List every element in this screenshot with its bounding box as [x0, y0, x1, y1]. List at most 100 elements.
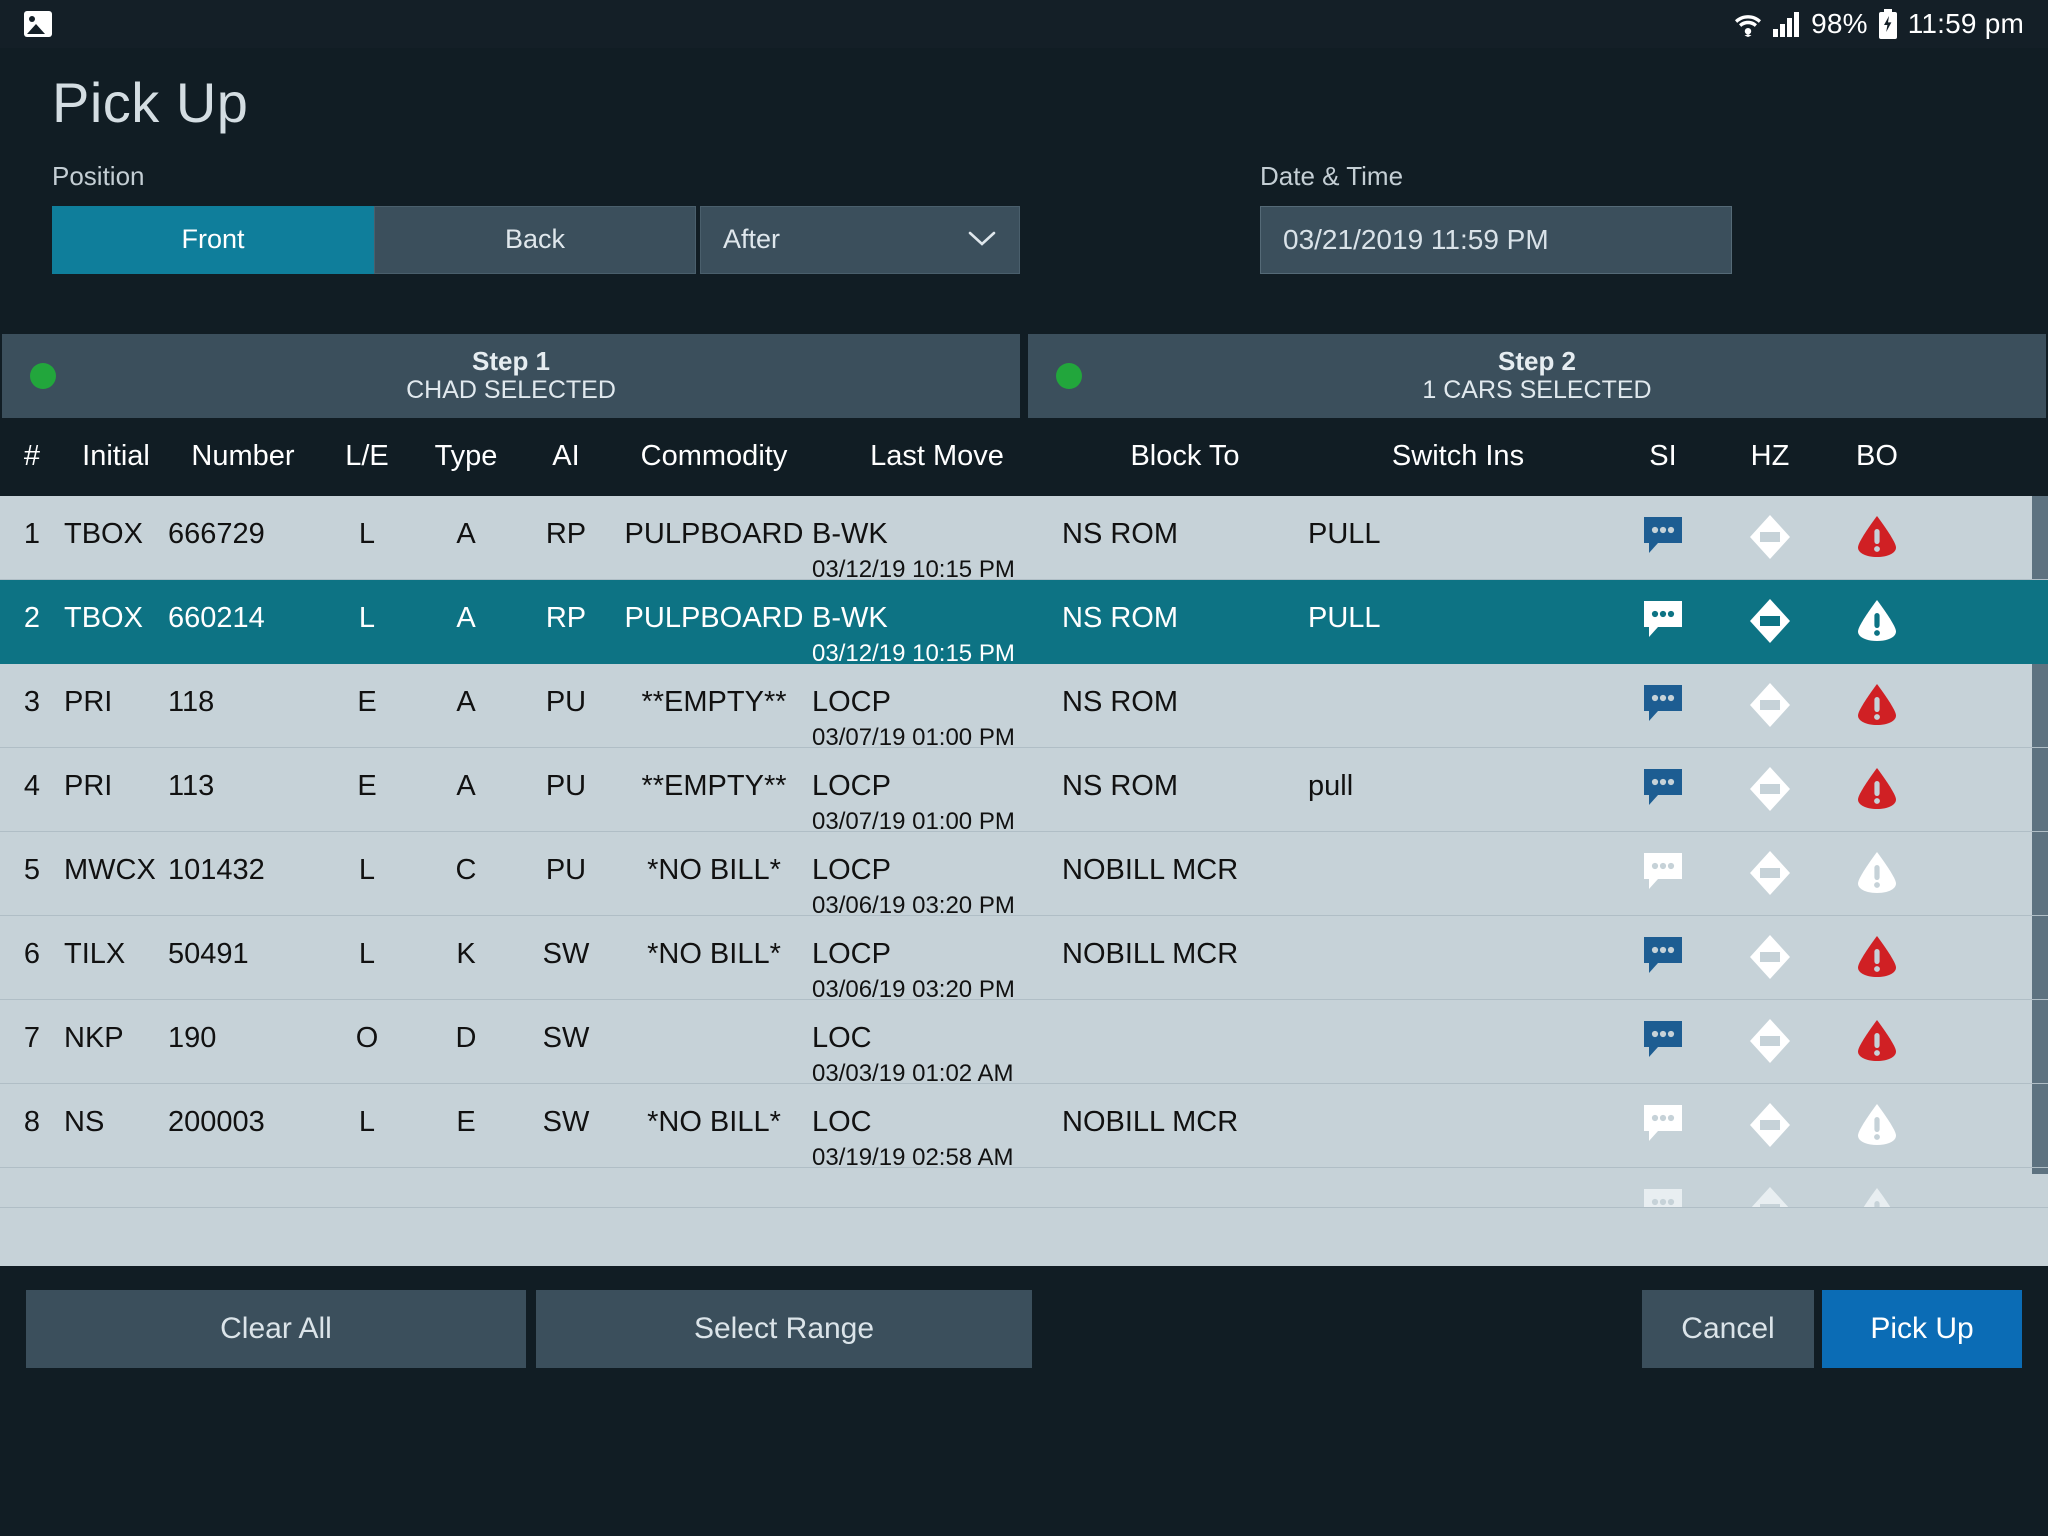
column-header-commodity[interactable]: Commodity: [616, 440, 812, 473]
cell-le: O: [318, 1022, 416, 1055]
bad-order-warning-icon[interactable]: [1822, 1022, 1932, 1062]
table-row[interactable]: 4PRI113EAPU**EMPTY**LOCP03/07/19 01:00 P…: [0, 748, 2048, 832]
column-header-block-to[interactable]: Block To: [1062, 440, 1308, 473]
column-header-hz[interactable]: HZ: [1718, 440, 1822, 473]
hazmat-placard-icon[interactable]: [1718, 602, 1822, 644]
status-bar: 98% 11:59 pm: [0, 0, 2048, 48]
bad-order-warning-icon[interactable]: [1822, 938, 1932, 978]
step-1-title: Step 1: [472, 347, 550, 376]
cell-ai: RP: [516, 518, 616, 551]
table-row[interactable]: 8NS200003LESW*NO BILL*LOC03/19/19 02:58 …: [0, 1084, 2048, 1168]
cell-index: 6: [0, 938, 64, 971]
comment-bubble-icon[interactable]: [1608, 1106, 1718, 1144]
cell-initial: TILX: [64, 938, 168, 971]
hazmat-placard-icon[interactable]: [1718, 686, 1822, 728]
status-bar-right: 98% 11:59 pm: [1733, 8, 2024, 40]
cancel-button[interactable]: Cancel: [1642, 1290, 1814, 1368]
comment-bubble-icon[interactable]: [1608, 518, 1718, 556]
table-row[interactable]: 1TBOX666729LARPPULPBOARDB-WK03/12/19 10:…: [0, 496, 2048, 580]
bad-order-warning-icon[interactable]: [1822, 854, 1932, 894]
table-row[interactable]: [0, 1168, 2048, 1208]
datetime-value: 03/21/2019 11:59 PM: [1283, 224, 1549, 256]
cell-block-to: NS ROM: [1062, 770, 1308, 803]
comment-bubble-icon[interactable]: [1608, 602, 1718, 640]
battery-charging-icon: [1878, 9, 1898, 39]
bad-order-warning-icon[interactable]: [1822, 1190, 1932, 1208]
step-1[interactable]: Step 1 CHAD SELECTED: [2, 334, 1020, 418]
table-row[interactable]: 7NKP190ODSWLOC03/03/19 01:02 AM: [0, 1000, 2048, 1084]
cell-commodity: PULPBOARD: [616, 602, 812, 635]
column-header-initial[interactable]: Initial: [64, 440, 168, 473]
chevron-down-icon: [967, 224, 997, 255]
column-header-bo[interactable]: BO: [1822, 440, 1932, 473]
column-header-ai[interactable]: AI: [516, 440, 616, 473]
signal-bars-icon: [1773, 11, 1801, 37]
image-icon: [24, 11, 52, 37]
cell-initial: TBOX: [64, 602, 168, 635]
table-row[interactable]: 6TILX50491LKSW*NO BILL*LOCP03/06/19 03:2…: [0, 916, 2048, 1000]
bad-order-warning-icon[interactable]: [1822, 770, 1932, 810]
comment-bubble-icon[interactable]: [1608, 686, 1718, 724]
cell-switch-ins: PULL: [1308, 518, 1608, 551]
footer-action-bar: Clear All Select Range Cancel Pick Up: [0, 1266, 2048, 1392]
column-header-si[interactable]: SI: [1608, 440, 1718, 473]
hazmat-placard-icon[interactable]: [1718, 1022, 1822, 1064]
hazmat-placard-icon[interactable]: [1718, 1190, 1822, 1208]
comment-bubble-icon[interactable]: [1608, 938, 1718, 976]
cell-block-to: NS ROM: [1062, 518, 1308, 551]
select-range-button[interactable]: Select Range: [536, 1290, 1032, 1368]
comment-bubble-icon[interactable]: [1608, 1022, 1718, 1060]
pick-up-button[interactable]: Pick Up: [1822, 1290, 2022, 1368]
column-header-type[interactable]: Type: [416, 440, 516, 473]
column-header-last-move[interactable]: Last Move: [812, 440, 1062, 473]
comment-bubble-icon[interactable]: [1608, 1190, 1718, 1208]
comment-bubble-icon[interactable]: [1608, 770, 1718, 808]
status-bar-left: [24, 11, 52, 37]
cell-index: 7: [0, 1022, 64, 1055]
column-header-number-index[interactable]: #: [0, 440, 64, 473]
clear-all-button[interactable]: Clear All: [26, 1290, 526, 1368]
step-1-subtitle: CHAD SELECTED: [406, 376, 616, 404]
relative-position-select[interactable]: After: [700, 206, 1020, 274]
comment-bubble-icon[interactable]: [1608, 854, 1718, 892]
position-option-back[interactable]: Back: [374, 206, 696, 274]
bad-order-warning-icon[interactable]: [1822, 686, 1932, 726]
position-field-group: Position Front Back After: [52, 161, 1020, 274]
cell-commodity: **EMPTY**: [616, 770, 812, 803]
cell-initial: NKP: [64, 1022, 168, 1055]
cell-type: D: [416, 1022, 516, 1055]
column-header-switch-ins[interactable]: Switch Ins: [1308, 440, 1608, 473]
cell-number: 101432: [168, 854, 318, 887]
column-header-number[interactable]: Number: [168, 440, 318, 473]
cell-commodity: *NO BILL*: [616, 1106, 812, 1139]
bad-order-warning-icon[interactable]: [1822, 602, 1932, 642]
cell-commodity: *NO BILL*: [616, 938, 812, 971]
cell-initial: NS: [64, 1106, 168, 1139]
table-row[interactable]: 2TBOX660214LARPPULPBOARDB-WK03/12/19 10:…: [0, 580, 2048, 664]
hazmat-placard-icon[interactable]: [1718, 938, 1822, 980]
relative-position-value: After: [723, 224, 780, 255]
table-row[interactable]: 3PRI118EAPU**EMPTY**LOCP03/07/19 01:00 P…: [0, 664, 2048, 748]
column-header-le[interactable]: L/E: [318, 440, 416, 473]
cell-ai: PU: [516, 770, 616, 803]
status-dot-green-icon: [1056, 363, 1082, 389]
cell-number: 190: [168, 1022, 318, 1055]
cell-number: 50491: [168, 938, 318, 971]
battery-percent-label: 98%: [1811, 8, 1868, 40]
hazmat-placard-icon[interactable]: [1718, 854, 1822, 896]
position-option-front[interactable]: Front: [52, 206, 374, 274]
bad-order-warning-icon[interactable]: [1822, 518, 1932, 558]
table-row[interactable]: 5MWCX101432LCPU*NO BILL*LOCP03/06/19 03:…: [0, 832, 2048, 916]
hazmat-placard-icon[interactable]: [1718, 518, 1822, 560]
cell-block-to: NOBILL MCR: [1062, 938, 1308, 971]
position-label: Position: [52, 161, 1020, 192]
cell-number: 666729: [168, 518, 318, 551]
step-2[interactable]: Step 2 1 CARS SELECTED: [1028, 334, 2046, 418]
hazmat-placard-icon[interactable]: [1718, 1106, 1822, 1148]
datetime-input[interactable]: 03/21/2019 11:59 PM: [1260, 206, 1732, 274]
hazmat-placard-icon[interactable]: [1718, 770, 1822, 812]
cell-ai: PU: [516, 686, 616, 719]
cell-number: 118: [168, 686, 318, 719]
cell-initial: MWCX: [64, 854, 168, 887]
bad-order-warning-icon[interactable]: [1822, 1106, 1932, 1146]
